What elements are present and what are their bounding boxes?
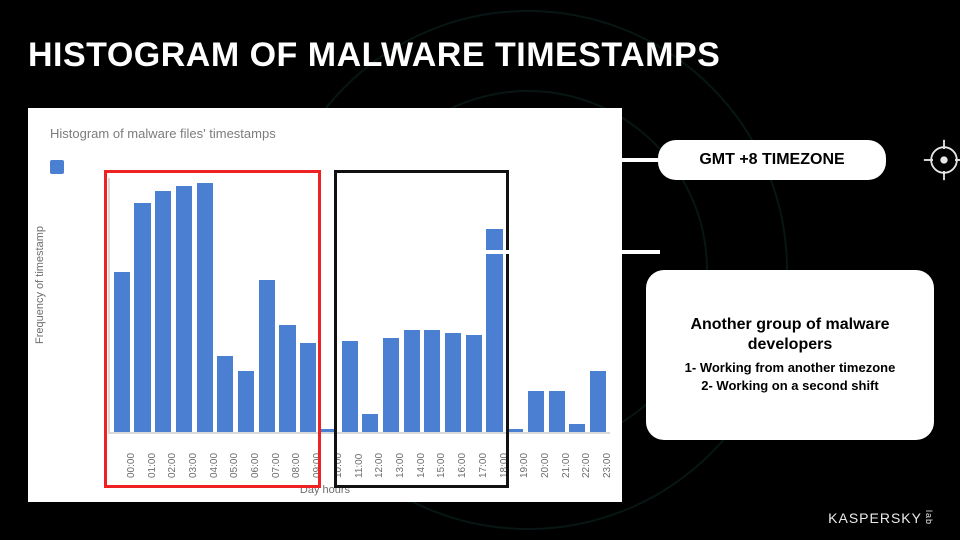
bar-slot: 18:00 — [485, 178, 505, 432]
callout-secondary-group: Another group of malware developers 1- W… — [646, 270, 934, 440]
bar-slot: 06:00 — [236, 178, 256, 432]
bar — [445, 333, 461, 432]
bar — [300, 343, 316, 432]
bar — [259, 280, 275, 432]
x-tick-label: 16:00 — [457, 453, 468, 478]
page-title: HISTOGRAM OF MALWARE TIMESTAMPS — [28, 36, 720, 75]
x-tick-label: 22:00 — [581, 453, 592, 478]
brand-name: KASPERSKY — [828, 510, 922, 526]
bar-slot: 15:00 — [423, 178, 443, 432]
x-tick-label: 14:00 — [416, 453, 427, 478]
bar — [217, 356, 233, 432]
brand-logo: KASPERSKYlab — [828, 510, 934, 526]
bar-slot: 00:00 — [112, 178, 132, 432]
bar — [238, 371, 254, 432]
bar — [362, 414, 378, 432]
plot-area: 00:0001:0002:0003:0004:0005:0006:0007:00… — [108, 178, 610, 434]
bar-slot: 20:00 — [526, 178, 546, 432]
bar-slot: 05:00 — [216, 178, 236, 432]
bar-slot: 07:00 — [257, 178, 277, 432]
x-tick-label: 11:00 — [354, 454, 365, 478]
bar-slot: 14:00 — [402, 178, 422, 432]
bar-slot: 16:00 — [443, 178, 463, 432]
x-tick-label: 07:00 — [271, 453, 282, 478]
bar — [466, 335, 482, 432]
callout-line: 1- Working from another timezone — [664, 359, 916, 377]
x-tick-label: 18:00 — [499, 453, 510, 478]
bar-slot: 13:00 — [381, 178, 401, 432]
connector-line — [300, 158, 660, 162]
x-tick-label: 06:00 — [250, 453, 261, 478]
bar — [279, 325, 295, 432]
callout-timezone: GMT +8 TIMEZONE — [658, 140, 886, 180]
x-tick-label: 17:00 — [478, 453, 489, 478]
x-tick-label: 23:00 — [602, 453, 613, 478]
x-tick-label: 08:00 — [291, 453, 302, 478]
x-tick-label: 00:00 — [126, 453, 137, 478]
bar — [197, 183, 213, 432]
x-tick-label: 13:00 — [395, 453, 406, 478]
bar-slot: 10:00 — [319, 178, 339, 432]
x-tick-label: 03:00 — [188, 453, 199, 478]
legend-swatch — [50, 160, 64, 174]
x-tick-label: 02:00 — [167, 453, 178, 478]
bar — [528, 391, 544, 432]
callout-title: Another group of malware developers — [664, 315, 916, 355]
bar — [176, 186, 192, 432]
bar — [404, 330, 420, 432]
bar — [342, 341, 358, 432]
bar — [383, 338, 399, 432]
bar — [507, 429, 523, 432]
bar-slot: 02:00 — [153, 178, 173, 432]
bar-slot: 11:00 — [340, 178, 360, 432]
x-tick-label: 04:00 — [209, 453, 220, 478]
bar — [424, 330, 440, 432]
bar — [114, 272, 130, 432]
bar-slot: 12:00 — [360, 178, 380, 432]
bar-slot: 03:00 — [174, 178, 194, 432]
bar-slot: 01:00 — [133, 178, 153, 432]
x-tick-label: 21:00 — [561, 453, 572, 478]
x-tick-label: 15:00 — [436, 453, 447, 478]
callout-title: GMT +8 TIMEZONE — [672, 150, 872, 170]
bar-slot: 17:00 — [464, 178, 484, 432]
x-tick-label: 19:00 — [519, 453, 530, 478]
bar — [569, 424, 585, 432]
bar-slot: 09:00 — [298, 178, 318, 432]
bar-slot: 19:00 — [505, 178, 525, 432]
bar-slot: 23:00 — [588, 178, 608, 432]
x-axis-label: Day hours — [28, 484, 622, 496]
bar — [549, 391, 565, 432]
x-tick-label: 05:00 — [229, 453, 240, 478]
x-tick-label: 10:00 — [333, 453, 344, 478]
bar — [321, 429, 337, 432]
bar-slot: 04:00 — [195, 178, 215, 432]
callout-line: 2- Working on a second shift — [664, 377, 916, 395]
connector-line — [470, 250, 660, 254]
target-icon — [922, 138, 960, 182]
bar — [155, 191, 171, 432]
x-tick-label: 01:00 — [147, 453, 158, 478]
bar — [590, 371, 606, 432]
y-axis-label: Frequency of timestamp — [34, 226, 46, 344]
bar — [486, 229, 502, 432]
brand-suffix: lab — [924, 510, 934, 525]
x-tick-label: 12:00 — [374, 453, 385, 478]
chart-title: Histogram of malware files' timestamps — [50, 126, 276, 141]
bar-slot: 22:00 — [567, 178, 587, 432]
x-tick-label: 09:00 — [312, 453, 323, 478]
bar — [134, 203, 150, 432]
x-tick-label: 20:00 — [540, 453, 551, 478]
bar-slot: 08:00 — [278, 178, 298, 432]
chart-panel: Histogram of malware files' timestamps F… — [28, 108, 622, 502]
bar-slot: 21:00 — [547, 178, 567, 432]
bars-container: 00:0001:0002:0003:0004:0005:0006:0007:00… — [110, 178, 610, 432]
